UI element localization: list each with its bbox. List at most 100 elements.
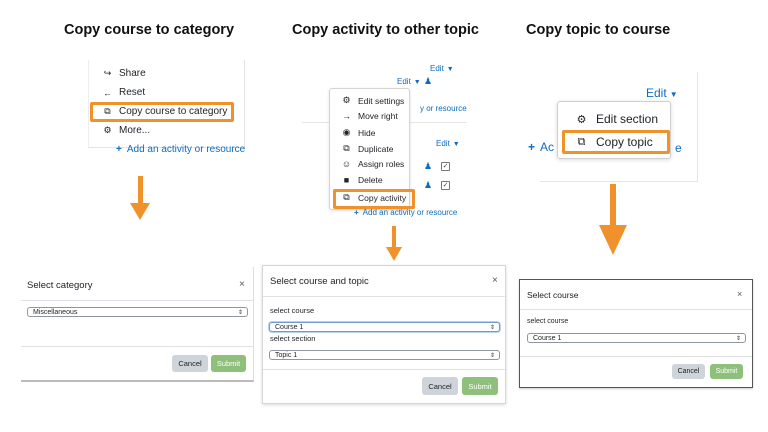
section-select[interactable]: Topic 1 ⇕ xyxy=(269,350,500,360)
edit-menu-lower[interactable]: Edit ▼ xyxy=(436,139,460,148)
caret-down-icon: ▼ xyxy=(413,79,421,86)
completion-checkbox[interactable]: ✓ xyxy=(441,181,450,190)
dialog-title: Select course and topic xyxy=(270,276,369,287)
user-icon: ☺ xyxy=(341,159,352,169)
menu-item-edit-section[interactable]: ⚙ Edit section xyxy=(574,112,658,126)
arrow-down-icon xyxy=(392,226,396,248)
edit-label: Edit xyxy=(646,86,667,100)
menu-item-label: Delete xyxy=(358,175,383,185)
select-value: Course 1 xyxy=(533,334,562,342)
menu-item-duplicate[interactable]: ⧉ Duplicate xyxy=(340,143,393,154)
menu-item-delete[interactable]: ■ Delete xyxy=(340,175,383,185)
course-select[interactable]: Course 1 ⇕ xyxy=(269,322,500,332)
edit-label: Edit xyxy=(430,64,444,73)
highlight-copy-topic xyxy=(562,130,670,154)
add-activity-link-left[interactable]: + Add an activity or resource xyxy=(116,144,245,155)
divider xyxy=(263,296,507,297)
plus-icon: + xyxy=(354,208,359,217)
menu-item-label: More... xyxy=(119,125,151,136)
caret-down-icon: ▼ xyxy=(446,66,454,73)
caret-down-icon: ▼ xyxy=(669,90,678,99)
menu-item-label: Edit section xyxy=(596,112,659,126)
caret-down-icon: ▼ xyxy=(452,141,460,148)
submit-button[interactable]: Submit xyxy=(710,364,743,379)
divider xyxy=(520,309,752,310)
close-icon[interactable]: × xyxy=(492,275,498,286)
menu-item-share[interactable]: ↪ Share xyxy=(101,68,146,79)
select-category-dialog: Select category × Miscellaneous ⇕ Cancel… xyxy=(21,267,254,382)
share-icon: ↪ xyxy=(103,68,112,78)
highlight-copy-activity xyxy=(333,189,415,209)
gear-icon: ⚙ xyxy=(576,113,587,126)
select-arrow-icon: ⇕ xyxy=(489,324,495,331)
submit-button[interactable]: Submit xyxy=(462,377,498,395)
divider xyxy=(21,300,254,301)
menu-item-move-right[interactable]: → Move right xyxy=(340,111,398,121)
dialog-title: Select course xyxy=(527,290,579,300)
user-icon: ♟ xyxy=(424,180,433,190)
plus-icon: + xyxy=(116,144,122,155)
submit-button[interactable]: Submit xyxy=(211,355,246,372)
heading-copy-activity: Copy activity to other topic xyxy=(292,22,479,38)
menu-item-label: Reset xyxy=(119,87,146,98)
add-resource-partial-link[interactable]: y or resource xyxy=(420,104,467,113)
edit-menu-active[interactable]: Edit ▼ xyxy=(397,77,421,86)
divider xyxy=(520,356,752,357)
select-arrow-icon: ⇕ xyxy=(489,352,495,359)
edit-menu-topic[interactable]: Edit ▼ xyxy=(646,86,678,100)
add-activity-partial[interactable]: + Ac xyxy=(528,140,554,154)
menu-item-label: Share xyxy=(119,68,146,79)
edit-label: Edit xyxy=(397,77,411,86)
menu-item-assign-roles[interactable]: ☺ Assign roles xyxy=(340,159,404,169)
arrow-head-icon xyxy=(386,247,402,261)
menu-item-reset[interactable]: ← Reset xyxy=(101,87,145,98)
select-arrow-icon: ⇕ xyxy=(735,335,741,342)
cancel-button[interactable]: Cancel xyxy=(172,355,208,372)
dialog-title: Select category xyxy=(27,280,93,291)
divider xyxy=(263,369,507,370)
menu-item-more[interactable]: ⚙ More... xyxy=(101,125,150,136)
edit-label: Edit xyxy=(436,139,450,148)
course-select[interactable]: Course 1 ⇕ xyxy=(527,333,746,343)
edit-menu-top[interactable]: Edit ▼ xyxy=(430,64,454,73)
select-value: Miscellaneous xyxy=(33,308,78,316)
section-label: select section xyxy=(270,334,316,343)
user-icon: ♟ xyxy=(424,161,433,171)
select-arrow-icon: ⇕ xyxy=(237,309,243,316)
menu-item-label: Edit settings xyxy=(358,95,405,106)
eye-icon: ◉ xyxy=(342,127,351,137)
add-activity-link-middle[interactable]: + Add an activity or resource xyxy=(354,208,457,217)
cancel-button[interactable]: Cancel xyxy=(422,377,458,395)
add-activity-partial-end: e xyxy=(675,141,682,155)
menu-item-edit-settings[interactable]: ⚙ Edit settings xyxy=(340,95,404,106)
menu-item-label: Assign roles xyxy=(358,159,405,169)
trash-icon: ■ xyxy=(343,175,350,185)
close-icon[interactable]: × xyxy=(737,289,742,299)
highlight-copy-course xyxy=(90,102,234,122)
heading-copy-topic: Copy topic to course xyxy=(526,22,671,38)
add-activity-label: Ac xyxy=(540,140,555,154)
gear-icon: ⚙ xyxy=(342,95,351,105)
arrow-head-icon xyxy=(130,203,150,220)
arrow-down-icon xyxy=(138,176,143,204)
arrow-head-icon xyxy=(599,225,627,255)
arrow-right-icon: → xyxy=(342,111,351,121)
divider xyxy=(21,346,254,347)
menu-item-label: Hide xyxy=(358,127,376,138)
menu-item-hide[interactable]: ◉ Hide xyxy=(340,127,376,138)
add-activity-label: Add an activity or resource xyxy=(362,208,458,217)
course-label: select course xyxy=(270,306,315,315)
copy-icon: ⧉ xyxy=(343,143,350,153)
arrow-down-icon xyxy=(610,184,616,226)
gear-icon: ⚙ xyxy=(103,125,112,135)
heading-copy-course: Copy course to category xyxy=(64,22,235,38)
completion-checkbox[interactable]: ✓ xyxy=(441,162,450,171)
cancel-button[interactable]: Cancel xyxy=(672,364,705,379)
menu-item-label: Duplicate xyxy=(358,143,394,154)
course-label: select course xyxy=(527,318,569,325)
close-icon[interactable]: × xyxy=(239,279,245,290)
select-value: Course 1 xyxy=(275,323,304,331)
category-select[interactable]: Miscellaneous ⇕ xyxy=(27,307,248,317)
menu-item-label: Move right xyxy=(358,111,398,121)
reset-icon: ← xyxy=(103,87,112,98)
